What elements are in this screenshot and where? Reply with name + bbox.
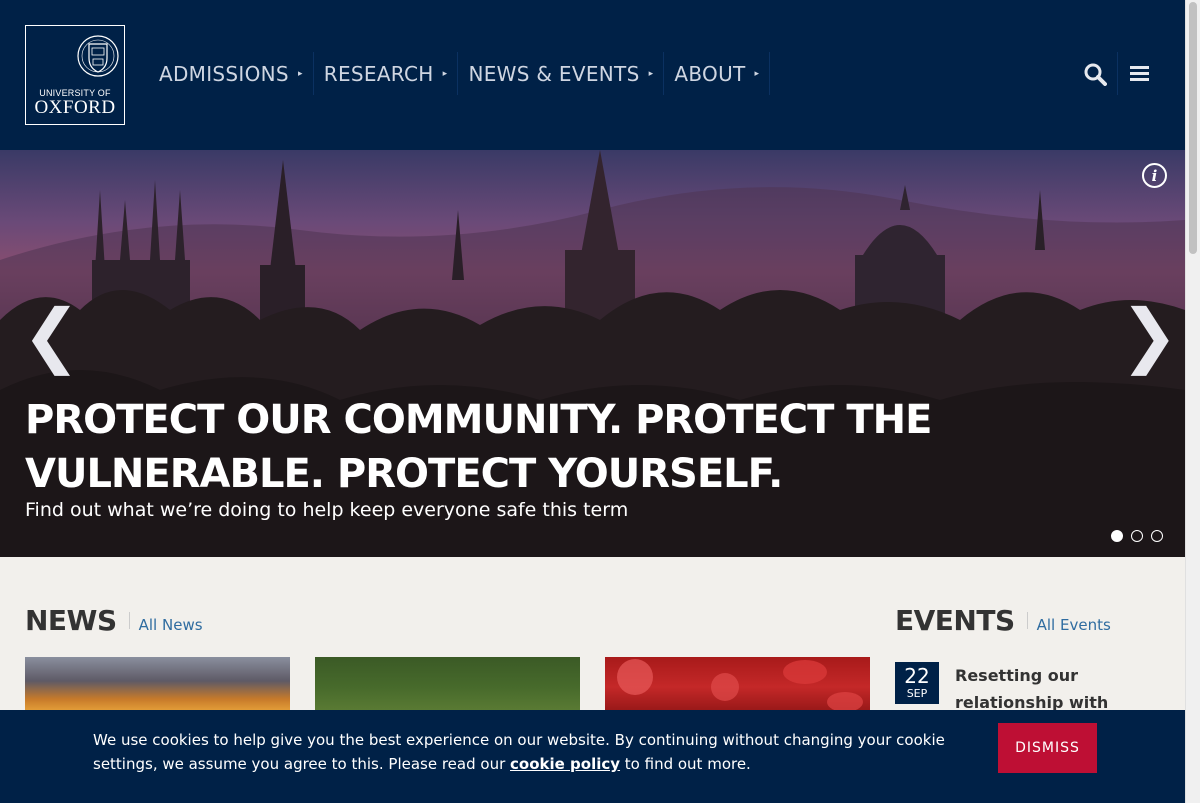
cookie-banner: We use cookies to help give you the best… bbox=[0, 710, 1185, 803]
event-date-badge: 22 SEP bbox=[895, 662, 939, 704]
nav-item-research[interactable]: RESEARCH ▸ bbox=[314, 52, 459, 95]
event-day: 22 bbox=[904, 664, 930, 688]
hero-subtitle[interactable]: Find out what we’re doing to help keep e… bbox=[25, 499, 628, 521]
news-card-image-3[interactable] bbox=[605, 657, 870, 717]
dismiss-button[interactable]: DISMISS bbox=[998, 723, 1097, 773]
nav-label: RESEARCH bbox=[323, 61, 434, 86]
main-nav: ADMISSIONS ▸ RESEARCH ▸ NEWS & EVENTS ▸ … bbox=[149, 52, 771, 95]
oxford-logo[interactable]: UNIVERSITY OF OXFORD bbox=[25, 25, 125, 125]
all-events-link[interactable]: All Events bbox=[1037, 616, 1111, 634]
news-section-header: NEWS All News bbox=[25, 604, 203, 637]
carousel-next-arrow-icon[interactable]: ❯ bbox=[1120, 300, 1179, 370]
nav-item-news-events[interactable]: NEWS & EVENTS ▸ bbox=[458, 52, 665, 95]
caret-right-icon: ▸ bbox=[442, 68, 448, 79]
scrollbar-thumb[interactable] bbox=[1189, 2, 1197, 254]
nav-item-about[interactable]: ABOUT ▸ bbox=[664, 52, 771, 95]
carousel-dot-3[interactable] bbox=[1151, 530, 1163, 542]
hero-title[interactable]: PROTECT OUR COMMUNITY. PROTECT THE VULNE… bbox=[25, 393, 1155, 501]
search-button[interactable] bbox=[1072, 52, 1118, 95]
blood-cells-image bbox=[617, 659, 863, 712]
cookie-message: We use cookies to help give you the best… bbox=[93, 728, 973, 776]
cookie-policy-link[interactable]: cookie policy bbox=[510, 755, 620, 773]
events-section-header: EVENTS All Events bbox=[895, 604, 1111, 637]
carousel-dot-2[interactable] bbox=[1131, 530, 1143, 542]
search-icon bbox=[1084, 63, 1107, 86]
oxford-crest-icon bbox=[77, 35, 119, 77]
carousel-prev-arrow-icon[interactable]: ❮ bbox=[22, 300, 81, 370]
hero-carousel: i ❮ ❯ PROTECT OUR COMMUNITY. PROTECT THE… bbox=[0, 150, 1185, 557]
news-heading: NEWS bbox=[25, 604, 117, 637]
divider bbox=[1026, 612, 1028, 629]
nav-item-admissions[interactable]: ADMISSIONS ▸ bbox=[149, 52, 314, 95]
caret-right-icon: ▸ bbox=[648, 68, 654, 79]
nav-label: NEWS & EVENTS bbox=[468, 61, 640, 86]
logo-line-oxford: OXFORD bbox=[34, 97, 116, 118]
nav-label: ABOUT bbox=[674, 61, 746, 86]
cookie-text-after: to find out more. bbox=[620, 755, 751, 773]
caret-right-icon: ▸ bbox=[754, 68, 760, 79]
nav-label: ADMISSIONS bbox=[159, 61, 289, 86]
site-header: UNIVERSITY OF OXFORD ADMISSIONS ▸ RESEAR… bbox=[0, 0, 1185, 150]
divider bbox=[128, 612, 130, 629]
all-news-link[interactable]: All News bbox=[139, 616, 203, 634]
news-card-image-1[interactable] bbox=[25, 657, 290, 717]
carousel-dot-1[interactable] bbox=[1111, 530, 1123, 542]
carousel-dots bbox=[1111, 530, 1163, 542]
event-month: SEP bbox=[906, 687, 928, 700]
events-heading: EVENTS bbox=[895, 604, 1015, 637]
page-scrollbar[interactable] bbox=[1185, 0, 1200, 803]
hamburger-menu-icon bbox=[1129, 63, 1149, 84]
menu-button[interactable] bbox=[1118, 52, 1160, 95]
caret-right-icon: ▸ bbox=[297, 68, 303, 79]
news-card-image-2[interactable] bbox=[315, 657, 580, 717]
info-icon[interactable]: i bbox=[1142, 163, 1167, 188]
